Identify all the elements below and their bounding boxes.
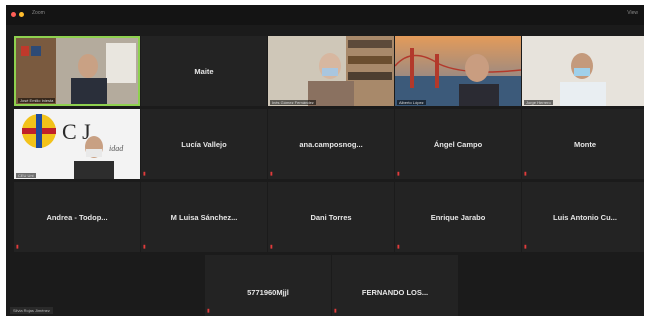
participant-name: Maite: [194, 67, 214, 76]
participant-caption: CEU Uni: [16, 173, 36, 178]
logo-letters: C J: [62, 119, 91, 144]
participant-name: M Luisa Sánchez...: [170, 213, 238, 222]
participant-tile[interactable]: M Luisa Sánchez... ▮: [141, 182, 267, 252]
participant-name: Ángel Campo: [433, 140, 483, 149]
participant-tile[interactable]: Alberto López: [395, 36, 521, 106]
view-button[interactable]: View: [627, 10, 638, 16]
mic-muted-icon: ▮: [143, 244, 146, 250]
participant-tile[interactable]: José Emilio Iniesta: [14, 36, 140, 106]
participant-video: C J idad: [14, 109, 140, 179]
zoom-window: Zoom View José Emilio Iniesta Maite Inés…: [6, 5, 644, 316]
close-window-icon[interactable]: [11, 12, 16, 17]
participant-tile[interactable]: 5771960Mjjl ▮: [205, 255, 331, 316]
participant-caption: Jorge Herrero: [524, 100, 553, 105]
participant-video: [268, 36, 394, 106]
participant-name: Monte: [573, 140, 597, 149]
window-title: Zoom: [32, 10, 45, 16]
mic-muted-icon: ▮: [16, 244, 19, 250]
participant-name: Andrea - Todop...: [46, 213, 108, 222]
title-bar: Zoom View: [6, 5, 644, 25]
participant-video: [16, 38, 138, 104]
participant-name: 5771960Mjjl: [247, 288, 289, 297]
participant-tile[interactable]: C J idad CEU Uni: [14, 109, 140, 179]
participant-tile[interactable]: Dani Torres ▮: [268, 182, 394, 252]
participant-name: Lucía Vallejo: [181, 140, 227, 149]
minimize-window-icon[interactable]: [19, 12, 24, 17]
participant-name: FERNANDO LOS...: [361, 288, 429, 297]
participant-name: ana.camposnog...: [299, 140, 363, 149]
participant-tile[interactable]: Andrea - Todop... ▮: [14, 182, 140, 252]
participant-tile[interactable]: Jorge Herrero: [522, 36, 644, 106]
mic-muted-icon: ▮: [524, 244, 527, 250]
mic-muted-icon: ▮: [334, 308, 337, 314]
participant-video: [395, 36, 521, 106]
mic-muted-icon: ▮: [207, 308, 210, 314]
logo-subtext: idad: [109, 144, 124, 153]
participant-tile[interactable]: Monte ▮: [522, 109, 644, 179]
mic-muted-icon: ▮: [524, 171, 527, 177]
mic-muted-icon: ▮: [143, 171, 146, 177]
self-view-label: Silvia Rojas Jiménez: [10, 307, 53, 314]
participant-tile[interactable]: Maite: [141, 36, 267, 106]
mic-muted-icon: ▮: [270, 171, 273, 177]
participant-caption: Inés Gómez Fernández: [270, 100, 316, 105]
mic-muted-icon: ▮: [397, 244, 400, 250]
participant-tile[interactable]: FERNANDO LOS... ▮: [332, 255, 458, 316]
participant-tile[interactable]: Ángel Campo ▮: [395, 109, 521, 179]
participant-video: [522, 36, 644, 106]
participant-tile[interactable]: Inés Gómez Fernández: [268, 36, 394, 106]
participant-tile[interactable]: Luis Antonio Cu... ▮: [522, 182, 644, 252]
participant-caption: José Emilio Iniesta: [18, 98, 56, 103]
participant-name: Dani Torres: [310, 213, 352, 222]
participant-name: Enrique Jarabo: [430, 213, 486, 222]
participant-caption: Alberto López: [397, 100, 426, 105]
participant-name: Luis Antonio Cu...: [553, 213, 617, 222]
participant-tile[interactable]: Lucía Vallejo ▮: [141, 109, 267, 179]
mic-muted-icon: ▮: [397, 171, 400, 177]
participant-tile[interactable]: ana.camposnog... ▮: [268, 109, 394, 179]
participant-tile[interactable]: Enrique Jarabo ▮: [395, 182, 521, 252]
mic-muted-icon: ▮: [270, 244, 273, 250]
